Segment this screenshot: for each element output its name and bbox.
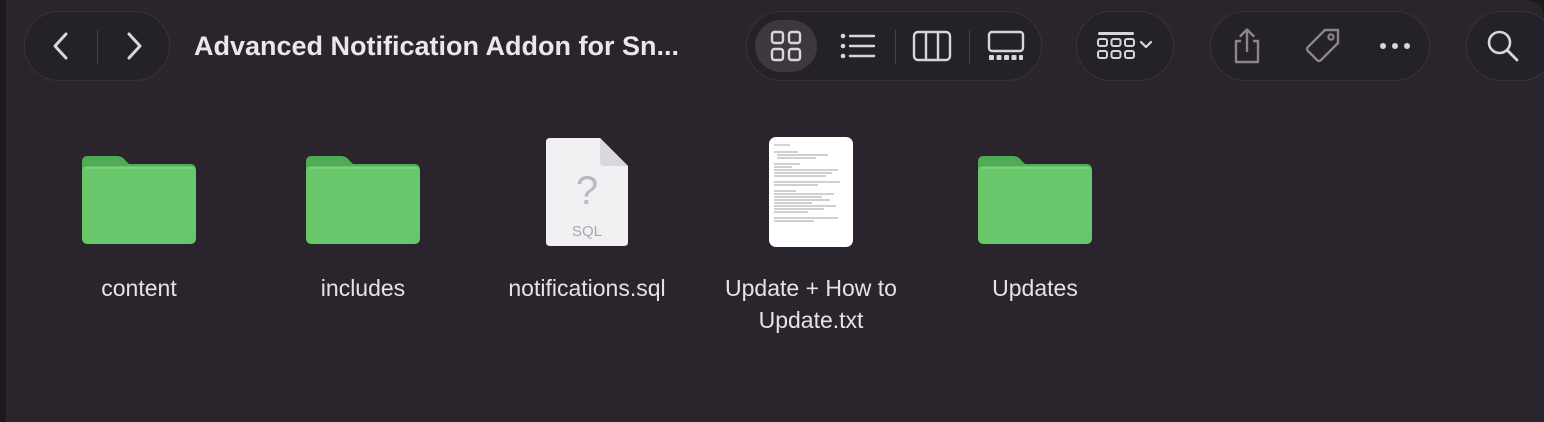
file-item[interactable]: includes	[251, 132, 475, 304]
search-pill	[1466, 11, 1544, 81]
share-button[interactable]	[1211, 12, 1283, 80]
ellipsis-icon	[1380, 43, 1410, 49]
back-button[interactable]	[25, 12, 97, 80]
icon-view-button[interactable]	[755, 12, 817, 80]
more-button[interactable]	[1361, 12, 1429, 80]
view-separator-1	[895, 30, 896, 64]
search-button[interactable]	[1467, 12, 1539, 80]
toolbar: Advanced Notification Addon for Sn...	[0, 0, 1544, 92]
navigation-group	[24, 11, 170, 81]
file-item[interactable]: Updates	[923, 132, 1147, 304]
group-button[interactable]	[1077, 12, 1173, 80]
file-name: content	[101, 275, 177, 301]
group-grid-icon	[1097, 32, 1153, 59]
column-view-button[interactable]	[899, 12, 965, 80]
text-file-icon	[699, 132, 923, 248]
grid-icon	[770, 30, 802, 62]
sql-unknown-glyph: ?	[576, 169, 598, 213]
sql-badge: SQL	[572, 223, 602, 240]
columns-icon	[912, 30, 952, 62]
folder-icon	[923, 132, 1147, 248]
file-name: notifications.sql	[508, 275, 666, 301]
gallery-view-button[interactable]	[973, 12, 1039, 80]
folder-icon	[27, 132, 251, 248]
file-grid: content includes ? SQL notifications.sql…	[0, 92, 1544, 422]
chevron-left-icon	[53, 32, 68, 60]
list-view-button[interactable]	[825, 12, 891, 80]
file-item[interactable]: content	[27, 132, 251, 304]
tag-icon	[1305, 28, 1340, 63]
tag-button[interactable]	[1287, 12, 1359, 80]
gallery-icon	[987, 30, 1025, 60]
search-icon	[1487, 30, 1519, 62]
file-item[interactable]: Update + How to Update.txt	[699, 132, 923, 336]
view-switcher	[746, 11, 1042, 81]
group-pill	[1076, 11, 1174, 81]
view-separator-2	[969, 30, 970, 64]
folder-icon	[251, 132, 475, 248]
chevron-right-icon	[127, 32, 142, 60]
file-item[interactable]: ? SQL notifications.sql	[475, 132, 699, 304]
share-icon	[1234, 28, 1260, 64]
list-icon	[840, 33, 876, 59]
window-title: Advanced Notification Addon for Sn...	[194, 31, 679, 61]
file-name: includes	[320, 275, 406, 301]
finder-window: Advanced Notification Addon for Sn... co…	[0, 0, 1544, 422]
sql-file-icon: ? SQL	[475, 132, 699, 248]
file-name: Updates	[992, 275, 1078, 301]
actions-group	[1210, 11, 1430, 81]
forward-button[interactable]	[98, 12, 170, 80]
file-name: Update + How to Update.txt	[725, 275, 897, 333]
